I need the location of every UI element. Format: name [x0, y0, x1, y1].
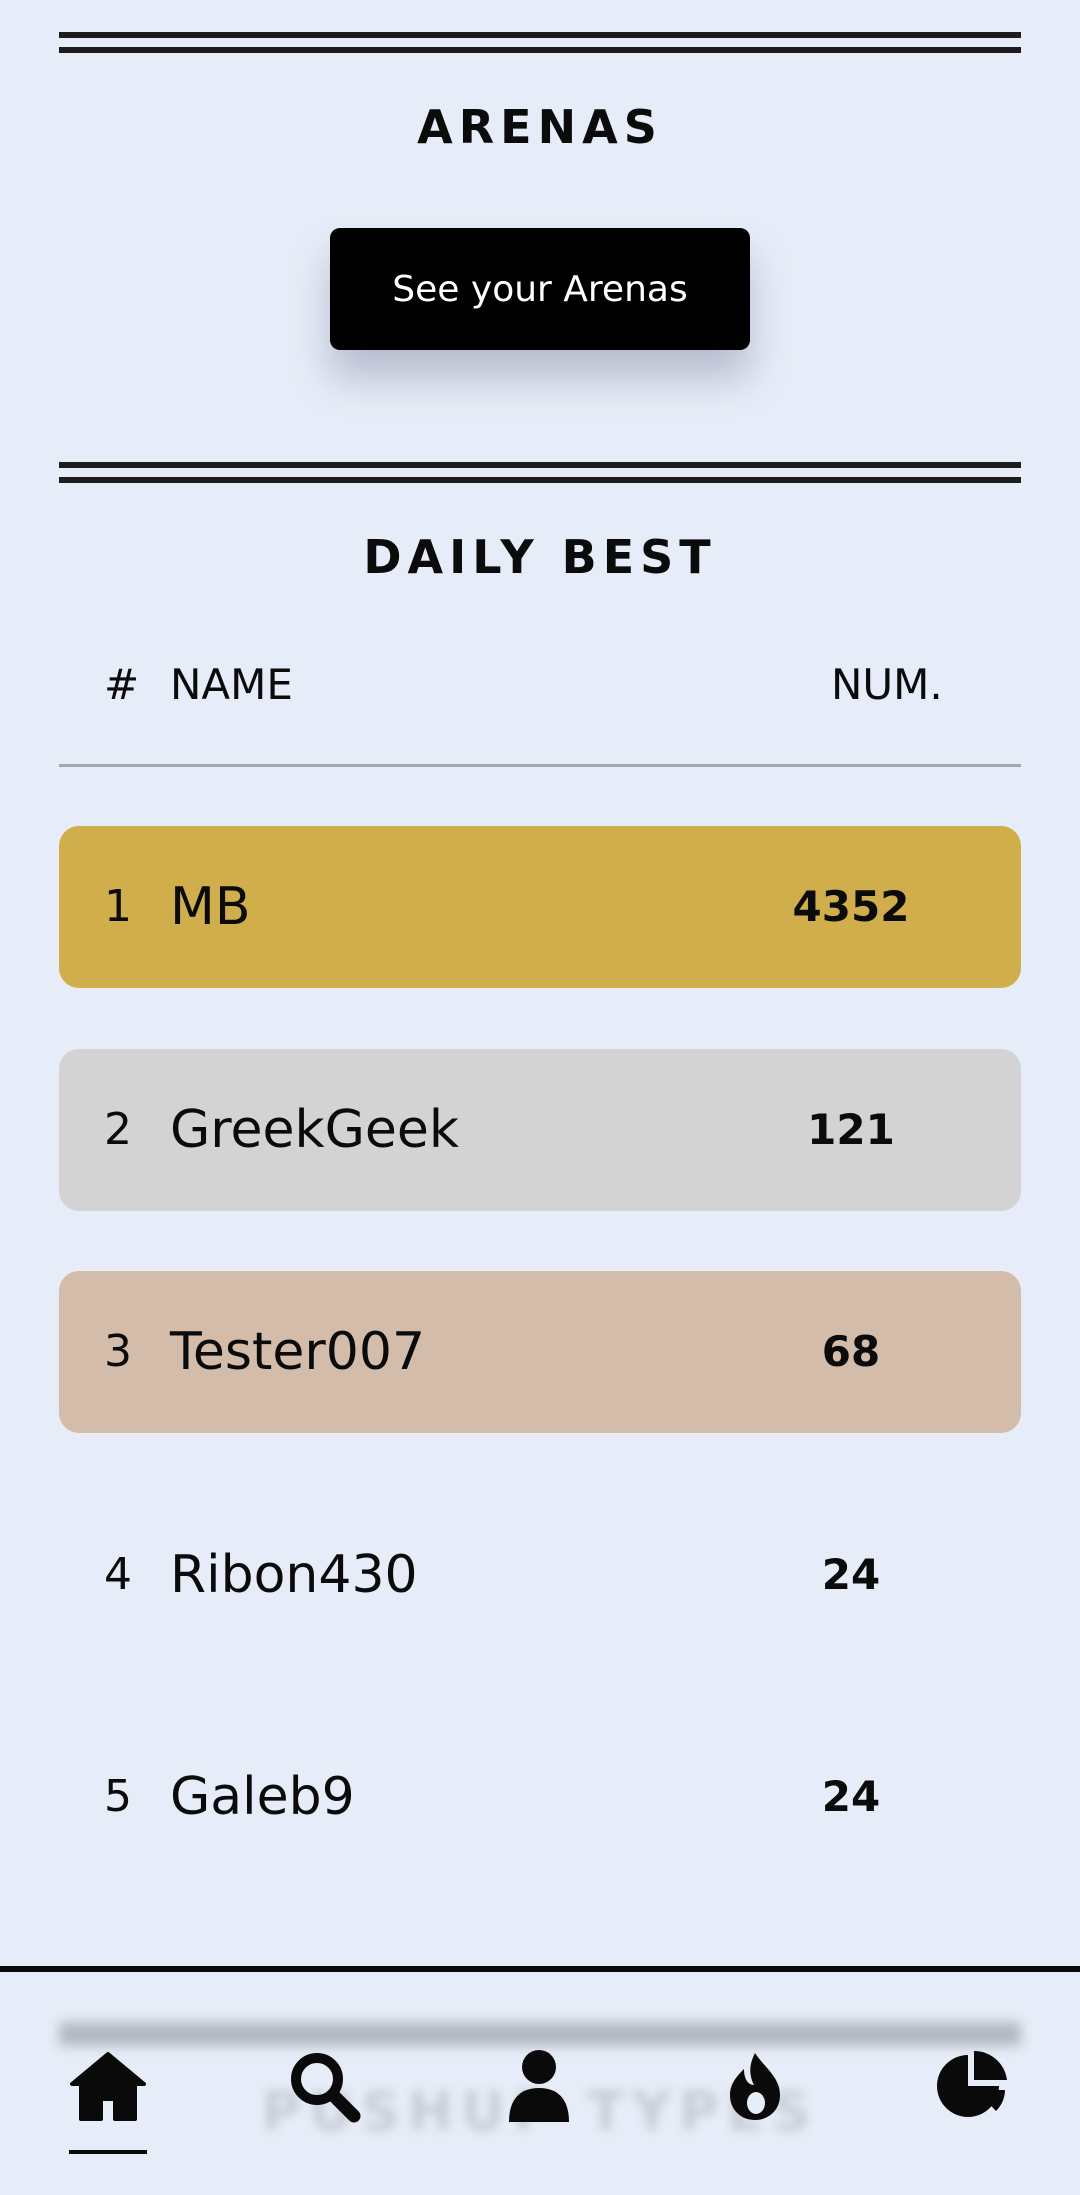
- daily-best-divider: [59, 462, 1021, 486]
- player-count: 4352: [792, 882, 910, 931]
- leaderboard-row-1[interactable]: 1 MB 4352: [59, 826, 1021, 988]
- rank-number: 1: [104, 881, 132, 932]
- column-header-num: NUM.: [831, 660, 943, 709]
- player-name: Galeb9: [170, 1767, 355, 1827]
- leaderboard-row-3[interactable]: 3 Tester007 68: [59, 1271, 1021, 1433]
- search-icon[interactable]: [276, 2038, 372, 2134]
- player-name: Ribon430: [170, 1545, 418, 1605]
- arenas-divider: [59, 32, 1021, 56]
- user-icon[interactable]: [491, 2038, 587, 2134]
- rank-number: 5: [104, 1771, 132, 1822]
- rank-number: 3: [104, 1326, 132, 1377]
- leaderboard-row-4[interactable]: 4 Ribon430 24: [59, 1494, 1021, 1656]
- table-header-divider: [59, 764, 1021, 767]
- column-header-name: NAME: [170, 660, 293, 709]
- player-count: 121: [807, 1105, 895, 1154]
- daily-best-title: DAILY BEST: [363, 530, 717, 584]
- player-count: 68: [821, 1327, 881, 1376]
- player-count: 24: [821, 1550, 881, 1599]
- active-tab-indicator: [69, 2150, 147, 2154]
- rank-number: 4: [104, 1549, 132, 1600]
- player-name: MB: [170, 877, 251, 937]
- player-name: GreekGeek: [170, 1100, 460, 1160]
- see-arenas-button[interactable]: See your Arenas: [330, 228, 750, 350]
- bottom-navigation: PUSHUP TYPES: [0, 1966, 1080, 2195]
- player-count: 24: [821, 1772, 881, 1821]
- pie-chart-icon[interactable]: [924, 2038, 1020, 2134]
- leaderboard-row-5[interactable]: 5 Galeb9 24: [59, 1716, 1021, 1878]
- leaderboard-row-2[interactable]: 2 GreekGeek 121: [59, 1049, 1021, 1211]
- rank-number: 2: [104, 1104, 132, 1155]
- fire-icon[interactable]: [707, 2038, 803, 2134]
- player-name: Tester007: [170, 1322, 426, 1382]
- column-header-rank: #: [104, 660, 140, 709]
- home-icon[interactable]: [60, 2038, 156, 2134]
- arenas-title: ARENAS: [417, 100, 663, 154]
